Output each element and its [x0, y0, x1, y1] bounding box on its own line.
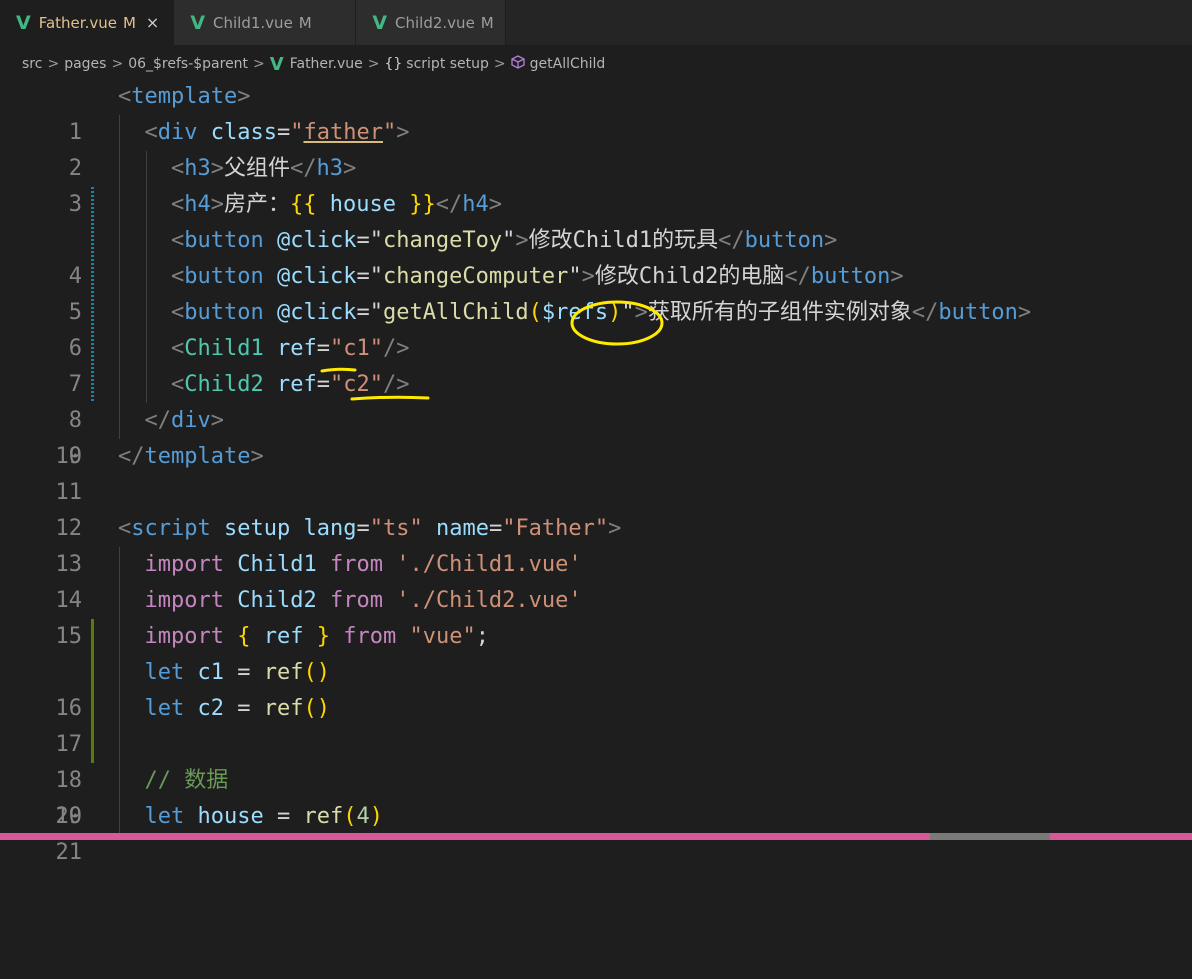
vue-file-icon: V — [190, 11, 206, 34]
breadcrumb-item[interactable]: pages — [64, 56, 106, 72]
code-line: 7 <button @click="getAllChild($refs)">获取… — [0, 295, 1192, 397]
chevron-right-icon: > — [367, 56, 380, 72]
code-line: 6 <button @click="changeComputer">修改Chil… — [0, 259, 1192, 361]
code-line: 21 let house = ref(4) — [0, 799, 1192, 865]
code-line: 19 — [0, 727, 1192, 829]
breadcrumb-item[interactable]: Father.vue — [290, 56, 363, 72]
code-line: 12 — [0, 475, 1192, 541]
chevron-right-icon: > — [111, 56, 124, 72]
code-editor[interactable]: 1 <template> 2 <div class="father"> 3 <h… — [0, 79, 1192, 865]
code-line: 3 <h3>父组件</h3> — [0, 151, 1192, 217]
vue-file-icon: V — [269, 53, 284, 75]
tab-label: Child1.vue — [213, 13, 293, 32]
vue-file-icon: V — [16, 11, 31, 34]
breadcrumb-item[interactable]: src — [22, 56, 42, 72]
chevron-right-icon: > — [493, 56, 506, 72]
code-line: 20 // 数据 — [0, 763, 1192, 829]
scrollbar-thumb[interactable] — [930, 833, 1050, 840]
tab-label: Child2.vue — [395, 13, 475, 32]
line-number: 21 — [55, 840, 83, 865]
chevron-right-icon: > — [47, 56, 60, 72]
code-line: 14 import Child1 from './Child1.vue' — [0, 547, 1192, 613]
code-line: 8 <Child1 ref="c1"/> — [0, 331, 1192, 433]
breadcrumb-item[interactable]: 06_$refs-$parent — [128, 56, 248, 72]
vue-file-icon: V — [372, 11, 388, 34]
braces-icon: {} — [384, 56, 403, 72]
close-icon[interactable]: × — [146, 13, 159, 32]
tab-child1-vue[interactable]: V Child1.vue M — [174, 0, 357, 45]
code-line: 13 <script setup lang="ts" name="Father"… — [0, 511, 1192, 577]
code-line: 15 import Child2 from './Child2.vue' — [0, 583, 1192, 649]
code-line: 11 </template> — [0, 439, 1192, 505]
modified-badge: M — [122, 13, 136, 32]
code-line: 17 let c1 = ref() — [0, 655, 1192, 757]
code-line: 9 <Child2 ref="c2"/> — [0, 367, 1192, 469]
code-line: 10 </div> — [0, 403, 1192, 469]
modified-badge: M — [480, 13, 494, 32]
horizontal-scrollbar[interactable] — [0, 833, 1192, 840]
editor-tab-bar: V Father.vue M × V Child1.vue M V Child2… — [0, 0, 1192, 45]
code-line: 18 let c2 = ref() — [0, 691, 1192, 793]
code-line: 2 <div class="father"> — [0, 115, 1192, 181]
code-line: 1 <template> — [0, 79, 1192, 145]
breadcrumb-item[interactable]: script setup — [406, 56, 489, 72]
breadcrumb: src > pages > 06_$refs-$parent > V Fathe… — [0, 45, 1192, 83]
tab-father-vue[interactable]: V Father.vue M × — [0, 0, 175, 45]
code-line: 5 <button @click="changeToy">修改Child1的玩具… — [0, 223, 1192, 325]
modified-badge: M — [298, 13, 312, 32]
breadcrumb-item[interactable]: getAllChild — [530, 56, 606, 72]
chevron-right-icon: > — [253, 56, 265, 72]
code-line: 4 <h4>房产：{{ house }}</h4> — [0, 187, 1192, 289]
cube-method-icon — [511, 55, 525, 73]
tab-label: Father.vue — [38, 13, 117, 32]
code-line: 16 import { ref } from "vue"; — [0, 619, 1192, 721]
tab-child2-vue[interactable]: V Child2.vue M — [356, 0, 507, 45]
